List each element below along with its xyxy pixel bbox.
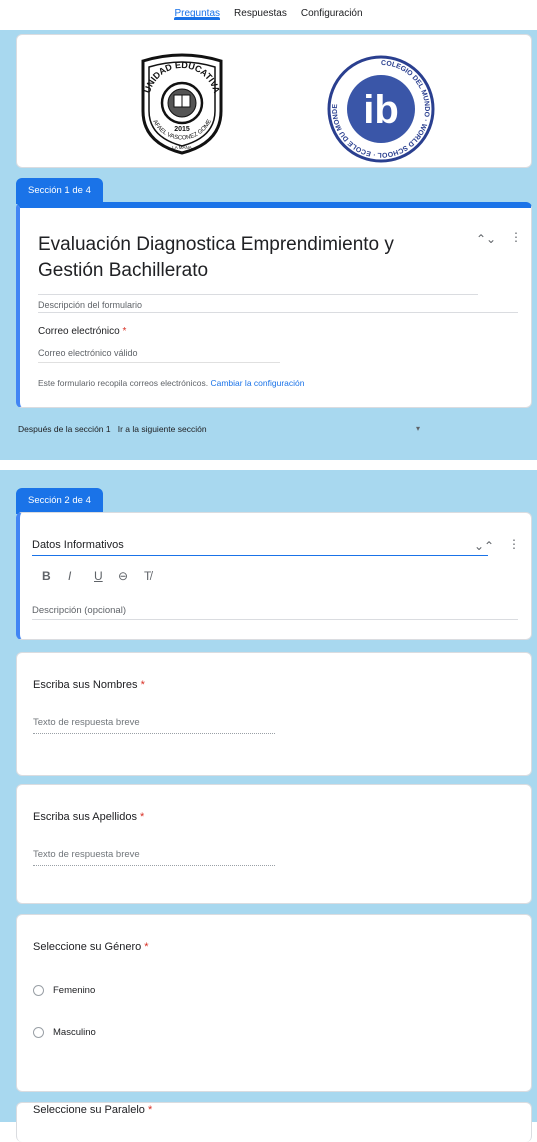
- underline-icon[interactable]: U: [94, 569, 103, 583]
- section-2-card[interactable]: Datos Informativos ⌄⌃ ⋮ B I U ⊖ T̸ Descr…: [16, 512, 532, 640]
- bold-icon[interactable]: B: [42, 569, 51, 583]
- form-title[interactable]: Evaluación Diagnostica Emprendimiento y …: [38, 232, 458, 284]
- title-focus-line: [32, 555, 488, 556]
- question-title: Seleccione su Género *: [33, 941, 149, 953]
- tab-preguntas[interactable]: Preguntas: [174, 0, 220, 22]
- answer-underline: [33, 733, 275, 734]
- tab-respuestas[interactable]: Respuestas: [234, 0, 287, 22]
- title-underline: [38, 294, 478, 295]
- after-section-1-row: Después de la sección 1 Ir a la siguient…: [18, 424, 207, 434]
- link-icon[interactable]: ⊖: [118, 569, 128, 583]
- form-description-input[interactable]: Descripción del formulario: [38, 300, 142, 310]
- dropdown-arrow-icon[interactable]: ▾: [416, 424, 420, 433]
- option-label: Masculino: [53, 1027, 96, 1038]
- option-label: Femenino: [53, 985, 96, 996]
- email-underline: [38, 362, 280, 363]
- section-2-title-input[interactable]: Datos Informativos: [32, 539, 124, 551]
- section-2-tab: Sección 2 de 4: [16, 488, 103, 514]
- section-separator: [0, 460, 537, 470]
- ib-mark: ib: [363, 88, 399, 132]
- change-settings-link[interactable]: Cambiar la configuración: [210, 378, 304, 388]
- radio-femenino[interactable]: [33, 985, 44, 996]
- more-options-icon[interactable]: ⋮: [508, 537, 520, 551]
- short-answer-hint: Texto de respuesta breve: [33, 717, 140, 728]
- required-asterisk: *: [140, 679, 145, 691]
- section-1-tab: Sección 1 de 4: [16, 178, 103, 204]
- question-card-apellidos[interactable]: Escriba sus Apellidos * Texto de respues…: [16, 784, 532, 904]
- school-crest-logo: UNIDAD EDUCATIVA 2015 RAFAEL VASCONEZ GO…: [135, 51, 223, 155]
- italic-icon[interactable]: I: [68, 569, 71, 583]
- after-section-select[interactable]: Ir a la siguiente sección: [118, 424, 207, 434]
- tab-configuracion[interactable]: Configuración: [301, 0, 363, 22]
- required-asterisk: *: [144, 941, 149, 953]
- section-1-card[interactable]: Evaluación Diagnostica Emprendimiento y …: [16, 202, 532, 408]
- email-label: Correo electrónico *: [38, 326, 127, 337]
- required-asterisk: *: [122, 326, 127, 337]
- ib-world-school-logo: COLEGIO DEL MUNDO · WORLD SCHOOL · ECOLE…: [327, 55, 435, 163]
- description-underline: [32, 619, 518, 620]
- answer-underline: [33, 865, 275, 866]
- question-title: Seleccione su Paralelo *: [33, 1104, 153, 1116]
- tabs: Preguntas Respuestas Configuración: [0, 0, 537, 30]
- after-section-label: Después de la sección 1: [18, 424, 111, 434]
- section-description-input[interactable]: Descripción (opcional): [32, 605, 126, 616]
- email-placeholder: Correo electrónico válido: [38, 348, 138, 358]
- header-image-card[interactable]: UNIDAD EDUCATIVA 2015 RAFAEL VASCONEZ GO…: [16, 34, 532, 168]
- crest-place: LA MANA: [172, 145, 192, 150]
- required-asterisk: *: [140, 811, 145, 823]
- question-title: Escriba sus Nombres *: [33, 679, 145, 691]
- clear-format-icon[interactable]: T̸: [144, 569, 151, 583]
- collapse-icon[interactable]: ⌃⌄: [476, 232, 496, 246]
- required-asterisk: *: [147, 1104, 153, 1116]
- crest-year: 2015: [174, 126, 190, 133]
- question-title: Escriba sus Apellidos *: [33, 811, 145, 823]
- question-card-genero[interactable]: Seleccione su Género * Femenino Masculin…: [16, 914, 532, 1092]
- question-card-paralelo[interactable]: Seleccione su Paralelo *: [16, 1102, 532, 1142]
- top-tab-bar: Preguntas Respuestas Configuración: [0, 0, 537, 30]
- question-card-nombres[interactable]: Escriba sus Nombres * Texto de respuesta…: [16, 652, 532, 776]
- short-answer-hint: Texto de respuesta breve: [33, 849, 140, 860]
- collapse-icon[interactable]: ⌄⌃: [474, 539, 494, 553]
- more-options-icon[interactable]: ⋮: [510, 230, 522, 244]
- radio-masculino[interactable]: [33, 1027, 44, 1038]
- collect-email-info: Este formulario recopila correos electró…: [38, 378, 305, 388]
- description-underline: [38, 312, 518, 313]
